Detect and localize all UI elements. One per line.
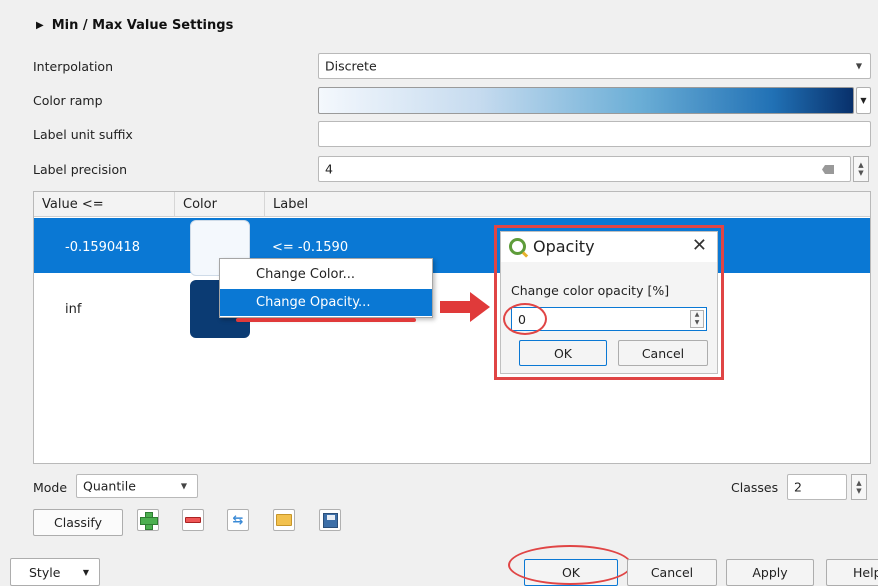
chevron-down-icon: ▼ xyxy=(82,567,89,577)
style-dropdown[interactable]: Style ▼ xyxy=(10,558,100,586)
ok-highlight-circle xyxy=(508,545,632,585)
row-value: -0.1590418 xyxy=(65,240,140,255)
label-unit-suffix-label: Label unit suffix xyxy=(33,127,133,142)
label-precision-value: 4 xyxy=(325,161,333,177)
qgis-logo-icon xyxy=(509,238,526,255)
column-header-color[interactable]: Color xyxy=(175,192,265,217)
classify-button[interactable]: Classify xyxy=(33,509,123,536)
chevron-down-icon: ▼ xyxy=(860,96,867,105)
label-unit-suffix-input[interactable] xyxy=(318,121,871,147)
help-button[interactable]: Help xyxy=(826,559,878,586)
dialog-ok-button[interactable]: OK xyxy=(519,340,607,366)
arrow-down-icon: ▼ xyxy=(858,169,864,177)
arrow-down-icon: ▼ xyxy=(856,487,862,495)
context-menu: Change Color... Change Opacity... xyxy=(219,258,433,318)
arrow-up-icon: ▲ xyxy=(856,479,862,487)
mode-label: Mode xyxy=(33,480,68,495)
symbology-panel: ▶ Min / Max Value Settings Interpolation… xyxy=(0,0,878,586)
opacity-dialog: Opacity ✕ Change color opacity [%] 0 ▲ ▼ … xyxy=(500,231,718,374)
dialog-cancel-button[interactable]: Cancel xyxy=(618,340,708,366)
column-header-label[interactable]: Label xyxy=(265,192,870,217)
input-highlight-circle xyxy=(503,303,547,335)
cancel-button[interactable]: Cancel xyxy=(627,559,717,586)
row-label: <= -0.1590 xyxy=(272,240,349,255)
label-precision-spinbox[interactable]: 4 xyxy=(318,156,851,182)
opacity-stepper[interactable]: ▲ ▼ xyxy=(690,310,704,328)
color-ramp-label: Color ramp xyxy=(33,93,103,108)
highlight-underline xyxy=(236,318,416,322)
interpolation-combobox[interactable]: Discrete ▼ xyxy=(318,53,871,79)
invert-colors-button[interactable]: ⇆ xyxy=(227,509,249,531)
arrow-up-icon: ▲ xyxy=(858,161,864,169)
clear-icon[interactable] xyxy=(822,165,834,174)
classes-table: Value <= Color Label -0.1590418 <= -0.15… xyxy=(33,191,871,464)
opacity-prompt: Change color opacity [%] xyxy=(511,283,670,298)
classes-spinbox[interactable]: 2 xyxy=(787,474,847,500)
color-ramp-dropdown-button[interactable]: ▼ xyxy=(856,87,871,114)
min-max-section-header[interactable]: ▶ Min / Max Value Settings xyxy=(36,18,233,33)
classes-stepper[interactable]: ▲ ▼ xyxy=(851,474,867,500)
menu-item-change-opacity[interactable]: Change Opacity... xyxy=(220,289,432,316)
folder-icon xyxy=(276,514,292,526)
section-title: Min / Max Value Settings xyxy=(51,18,234,33)
interpolation-value: Discrete xyxy=(325,58,377,74)
add-class-button[interactable] xyxy=(137,509,159,531)
classes-label: Classes xyxy=(731,480,779,495)
interpolation-label: Interpolation xyxy=(33,59,113,74)
swap-icon: ⇆ xyxy=(232,512,244,528)
chevron-down-icon: ▼ xyxy=(855,61,862,71)
column-header-value[interactable]: Value <= xyxy=(34,192,175,217)
menu-item-change-color[interactable]: Change Color... xyxy=(220,261,432,288)
style-label: Style xyxy=(29,564,61,580)
dialog-titlebar: Opacity ✕ xyxy=(501,232,717,262)
apply-button[interactable]: Apply xyxy=(726,559,814,586)
save-icon xyxy=(322,512,338,528)
collapse-triangle-icon: ▶ xyxy=(36,20,44,31)
mode-combobox[interactable]: Quantile ▼ xyxy=(76,474,198,498)
dialog-title: Opacity xyxy=(533,237,595,256)
close-icon[interactable]: ✕ xyxy=(692,235,707,256)
color-ramp-preview[interactable] xyxy=(318,87,854,114)
load-file-button[interactable] xyxy=(273,509,295,531)
delete-class-button[interactable] xyxy=(182,509,204,531)
classes-value: 2 xyxy=(794,479,802,495)
label-precision-stepper[interactable]: ▲ ▼ xyxy=(853,156,869,182)
row-value: inf xyxy=(65,302,82,317)
table-row[interactable] xyxy=(34,218,870,273)
mode-value: Quantile xyxy=(83,478,136,494)
minus-icon xyxy=(185,517,201,523)
plus-icon xyxy=(140,512,158,530)
chevron-down-icon: ▼ xyxy=(180,481,187,491)
label-precision-label: Label precision xyxy=(33,162,128,177)
save-file-button[interactable] xyxy=(319,509,341,531)
